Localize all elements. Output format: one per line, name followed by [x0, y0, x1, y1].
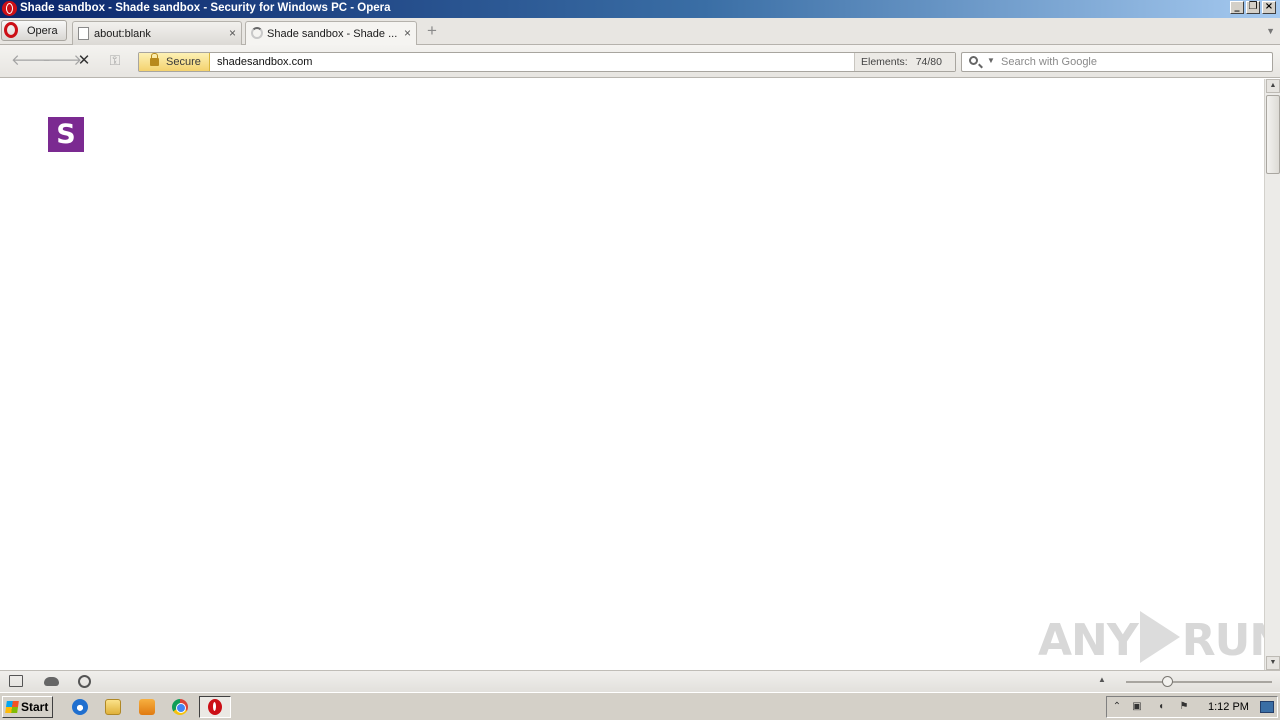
- system-tray: ⌃ ▣ ◖ ⚑ 1:12 PM: [1106, 696, 1278, 718]
- tab-about-blank[interactable]: about:blank ×: [72, 21, 242, 45]
- internet-explorer-icon[interactable]: [72, 699, 88, 715]
- page-icon: [78, 27, 89, 40]
- page-viewport: S ANY RUN: [0, 79, 1264, 670]
- url-text[interactable]: shadesandbox.com: [217, 56, 312, 68]
- wand-key-icon[interactable]: ⚿: [106, 53, 124, 69]
- scrollbar-thumb[interactable]: [1266, 95, 1280, 174]
- chrome-icon[interactable]: [172, 699, 188, 715]
- tab-bar: Opera about:blank × Shade sandbox - Shad…: [0, 18, 1280, 46]
- opera-icon: [2, 1, 17, 16]
- tab-close-icon[interactable]: ×: [229, 26, 236, 40]
- play-icon: [1139, 611, 1180, 663]
- search-engine-dropdown-icon[interactable]: ▼: [987, 56, 995, 65]
- search-placeholder: Search with Google: [1001, 56, 1097, 68]
- forward-button[interactable]: 🡒: [42, 53, 82, 69]
- turbo-gauge-icon[interactable]: [78, 675, 91, 688]
- opera-logo-icon: [4, 22, 18, 38]
- view-options-up-icon[interactable]: ▲: [1098, 675, 1106, 684]
- panel-toggle-icon[interactable]: [9, 675, 23, 687]
- watermark-right-text: RUN: [1181, 615, 1264, 666]
- elements-label: Elements:: [861, 56, 908, 68]
- windows-taskbar: Start ⌃ ▣ ◖ ⚑ 1:12 PM: [0, 692, 1280, 720]
- back-button[interactable]: 🡐: [11, 53, 51, 69]
- address-bar[interactable]: Secure shadesandbox.com Elements: 74/80: [138, 52, 956, 72]
- close-button[interactable]: ×: [1262, 1, 1276, 14]
- show-desktop-icon[interactable]: [1260, 701, 1274, 713]
- elements-counter: Elements: 74/80: [854, 53, 955, 71]
- watermark-left-text: ANY: [1038, 615, 1139, 666]
- site-logo[interactable]: S: [48, 117, 84, 152]
- vertical-scrollbar[interactable]: ▲ ▼: [1264, 79, 1280, 670]
- show-hidden-icons-icon[interactable]: ⌃: [1111, 701, 1123, 713]
- secure-label: Secure: [166, 56, 201, 68]
- opera-unite-cloud-icon[interactable]: [44, 677, 59, 686]
- volume-icon[interactable]: ◖: [1155, 701, 1167, 713]
- elements-value: 74/80: [915, 56, 942, 68]
- window-titlebar: Shade sandbox - Shade sandbox - Security…: [0, 0, 1280, 18]
- start-button[interactable]: Start: [2, 696, 53, 718]
- navigation-bar: 🡐 🡒 ✕ ⚿ Secure shadesandbox.com Elements…: [0, 45, 1280, 78]
- start-label: Start: [21, 700, 49, 714]
- opera-menu-label: Opera: [27, 25, 58, 37]
- taskbar-opera-button[interactable]: [199, 696, 231, 718]
- zoom-slider-knob[interactable]: [1162, 676, 1173, 687]
- scroll-up-arrow-icon[interactable]: ▲: [1266, 79, 1280, 93]
- tab-shade-sandbox[interactable]: Shade sandbox - Shade ... ×: [245, 21, 417, 46]
- window-controls: _ ❐ ×: [1230, 1, 1276, 14]
- restore-button[interactable]: ❐: [1246, 1, 1260, 14]
- minimize-button[interactable]: _: [1230, 1, 1244, 14]
- folder-icon[interactable]: [105, 699, 121, 715]
- network-icon[interactable]: ▣: [1131, 701, 1143, 713]
- tab-list-chevron-icon[interactable]: ▼: [1266, 26, 1275, 36]
- tab-label: about:blank: [94, 28, 151, 40]
- media-player-icon[interactable]: [139, 699, 155, 715]
- new-tab-button[interactable]: +: [424, 22, 440, 39]
- opera-menu-button[interactable]: Opera: [1, 20, 67, 41]
- status-bar: ▲: [0, 670, 1280, 692]
- zoom-slider[interactable]: [1126, 676, 1272, 687]
- loading-spinner-icon: [251, 27, 263, 39]
- lock-icon: [150, 53, 159, 66]
- taskbar-clock[interactable]: 1:12 PM: [1208, 701, 1249, 713]
- opera-icon: [208, 699, 222, 715]
- windows-logo-icon: [5, 701, 19, 713]
- search-icon: [969, 56, 978, 65]
- tab-label: Shade sandbox - Shade ...: [267, 28, 397, 40]
- scroll-down-arrow-icon[interactable]: ▼: [1266, 656, 1280, 670]
- tab-close-icon[interactable]: ×: [404, 26, 411, 40]
- action-center-flag-icon[interactable]: ⚑: [1178, 701, 1190, 713]
- anyrun-watermark: ANY RUN: [1038, 611, 1264, 666]
- search-field[interactable]: ▼ Search with Google: [961, 52, 1273, 72]
- window-title: Shade sandbox - Shade sandbox - Security…: [20, 2, 391, 14]
- secure-badge[interactable]: Secure: [139, 53, 210, 71]
- stop-button[interactable]: ✕: [75, 53, 93, 69]
